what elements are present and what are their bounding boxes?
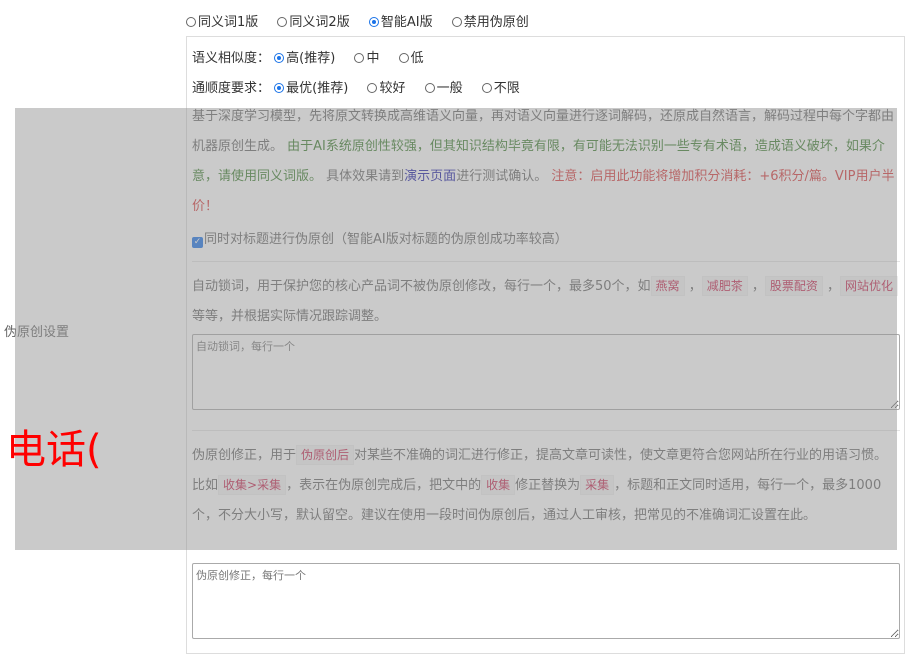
example-tag: 燕窝: [650, 276, 685, 296]
lock-words-text-2: 等等，并根据实际情况跟踪调整。: [192, 309, 388, 324]
lock-words-text: 自动锁词，用于保护您的核心产品词不被伪原创修改，每行一个，最多50个，如: [192, 279, 651, 294]
correction-text-3: ，表示在伪原创完成后，把文中的: [286, 478, 482, 493]
similarity-option-low[interactable]: 低: [398, 47, 424, 66]
title-rewrite-option[interactable]: ✓ 同时对标题进行伪原创（智能AI版对标题的伪原创成功率较高）: [192, 228, 568, 248]
correction-input[interactable]: [192, 563, 900, 639]
radio-icon[interactable]: [354, 53, 365, 63]
radio-checked-icon[interactable]: [368, 17, 379, 27]
example-tag: 采集: [580, 475, 615, 495]
ai-desc-text-3: 进行测试确认。: [456, 169, 548, 184]
similarity-label: 语义相似度：: [192, 51, 271, 66]
version-option-synonym1[interactable]: 同义词1版: [186, 11, 258, 30]
divider: [192, 430, 900, 431]
settings-label: 伪原创设置: [4, 325, 70, 340]
example-tag: 收集>采集: [218, 475, 287, 495]
radio-icon[interactable]: [367, 83, 378, 93]
fluency-option-good[interactable]: 较好: [367, 77, 405, 96]
correction-text-4: 修正替换为: [515, 478, 581, 493]
overlay-text: 电话(: [6, 427, 102, 473]
radio-icon[interactable]: [277, 17, 288, 27]
similarity-row: 语义相似度： 高(推荐) 中 低: [192, 47, 439, 66]
radio-icon[interactable]: [186, 17, 196, 27]
ai-desc-text-2: 具体效果请到: [326, 169, 405, 184]
ai-description: 基于深度学习模型，先将原文转换成高维语义向量，再对语义向量进行逐词解码，还原成自…: [192, 102, 900, 222]
version-radio-group: 同义词1版 同义词2版 智能AI版 禁用伪原创: [186, 11, 544, 30]
radio-icon[interactable]: [451, 17, 462, 27]
fluency-option-best[interactable]: 最优(推荐): [274, 77, 348, 96]
radio-icon[interactable]: [398, 53, 409, 63]
example-tag: 伪原创后: [296, 445, 355, 465]
example-tag: 减肥茶: [701, 276, 748, 296]
correction-text: 伪原创修正，用于: [192, 448, 297, 463]
checkbox-checked-icon[interactable]: ✓: [192, 237, 203, 248]
version-option-ai[interactable]: 智能AI版: [368, 11, 433, 30]
similarity-option-medium[interactable]: 中: [354, 47, 379, 66]
fluency-option-any[interactable]: 不限: [481, 77, 520, 96]
lock-words-description: 自动锁词，用于保护您的核心产品词不被伪原创修改，每行一个，最多50个，如 燕窝 ，…: [192, 272, 900, 332]
radio-checked-icon[interactable]: [274, 83, 285, 93]
title-rewrite-label: 同时对标题进行伪原创（智能AI版对标题的伪原创成功率较高）: [204, 232, 568, 247]
fluency-row: 通顺度要求： 最优(推荐) 较好 一般 不限: [192, 77, 535, 96]
radio-icon[interactable]: [424, 83, 435, 93]
correction-description: 伪原创修正，用于 伪原创后 对某些不准确的词汇进行修正，提高文章可读性，使文章更符合…: [192, 441, 900, 531]
version-option-disabled[interactable]: 禁用伪原创: [451, 11, 529, 30]
radio-checked-icon[interactable]: [274, 53, 285, 63]
example-tag: 股票配资: [764, 276, 823, 296]
example-tag: 收集: [481, 475, 516, 495]
similarity-option-high[interactable]: 高(推荐): [274, 47, 335, 66]
radio-icon[interactable]: [481, 83, 492, 93]
version-option-synonym2[interactable]: 同义词2版: [277, 11, 350, 30]
fluency-option-normal[interactable]: 一般: [424, 77, 463, 96]
lock-words-input[interactable]: [192, 334, 900, 410]
example-tag: 网站优化: [840, 276, 899, 296]
divider: [192, 261, 900, 262]
fluency-label: 通顺度要求：: [192, 81, 271, 96]
demo-page-link[interactable]: 演示页面: [404, 169, 456, 184]
